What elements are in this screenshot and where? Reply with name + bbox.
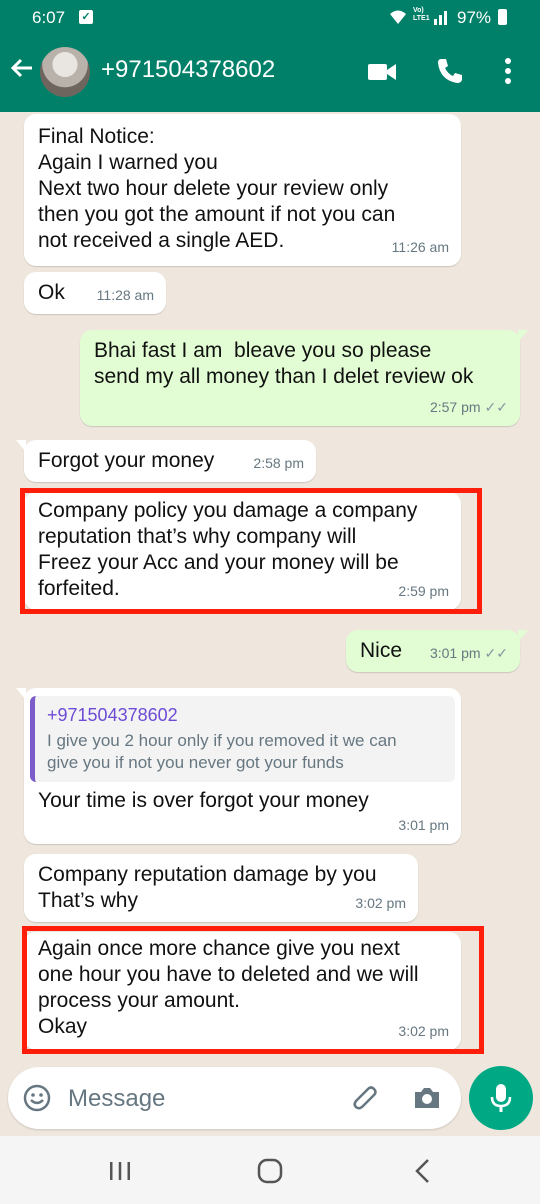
message-bubble[interactable]: +971504378602 I give you 2 hour only if … [16,688,461,844]
phone-icon[interactable] [435,56,465,91]
battery-percent: 97% [457,8,492,27]
back-nav-icon[interactable] [413,1158,431,1189]
mic-icon [489,1082,513,1119]
notification-check-icon: ✓ [79,10,93,24]
double-check-icon: ✓✓ [484,399,508,415]
message-text: Forgot your money [38,449,215,472]
message-input[interactable]: Message [68,1085,165,1113]
message-composer[interactable]: Message [8,1067,461,1129]
chat-header: +971504378602 [0,36,540,112]
mic-button[interactable] [469,1066,533,1130]
message-time: 2:57 pm [429,399,481,415]
message-bubble[interactable]: Nice 3:01 pm ✓✓ [346,630,528,672]
message-time: 3:02 pm [355,895,406,911]
camera-icon[interactable] [412,1084,442,1117]
status-bar: 6:07 ✓ Vo) LTE1 97% [0,0,540,36]
message-time: 3:01 pm [398,817,449,833]
highlight-box [20,488,482,614]
emoji-icon[interactable] [22,1083,52,1118]
message-time: 11:28 am [96,287,154,303]
message-text: Your time is over forgot your money [38,789,369,812]
wifi-icon [388,9,408,28]
highlight-box [22,926,484,1054]
message-bubble[interactable]: Forgot your money 2:58 pm [16,440,316,482]
message-text: Ok [38,281,65,304]
message-bubble[interactable]: Bhai fast I am bleave you so please send… [80,330,528,426]
recents-icon[interactable] [108,1160,132,1187]
quoted-text: I give you 2 hour only if you removed it… [47,731,397,772]
double-check-icon: ✓✓ [484,645,508,661]
video-call-icon[interactable] [366,56,398,93]
message-time: 3:01 pm [429,645,481,661]
message-time: 2:58 pm [253,455,304,471]
volte-label: Vo) LTE1 [413,7,430,22]
quoted-message[interactable]: +971504378602 I give you 2 hour only if … [30,696,455,782]
message-text: Bhai fast I am bleave you so please send… [94,339,474,388]
message-text: Nice [360,639,403,662]
system-nav-bar [0,1136,540,1204]
avatar[interactable] [40,47,90,97]
signal-icon [434,9,452,28]
chat-area[interactable]: Final Notice: Again I warned you Next tw… [0,112,540,1064]
message-time: 11:26 am [391,239,449,255]
back-arrow-icon[interactable] [8,54,36,88]
status-time: 6:07 [32,8,66,27]
home-icon[interactable] [257,1158,283,1189]
battery-icon [498,9,507,25]
quoted-author: +971504378602 [47,705,178,725]
message-text: Final Notice: Again I warned you Next tw… [38,125,396,252]
message-bubble[interactable]: Final Notice: Again I warned you Next tw… [24,114,461,266]
contact-name[interactable]: +971504378602 [101,56,275,84]
message-bubble[interactable]: Ok 11:28 am [24,272,166,314]
attach-icon[interactable] [351,1082,381,1119]
message-text: Company reputation damage by you That’s … [38,863,377,912]
more-options-icon[interactable] [500,56,516,91]
message-bubble[interactable]: Company reputation damage by you That’s … [24,854,418,922]
